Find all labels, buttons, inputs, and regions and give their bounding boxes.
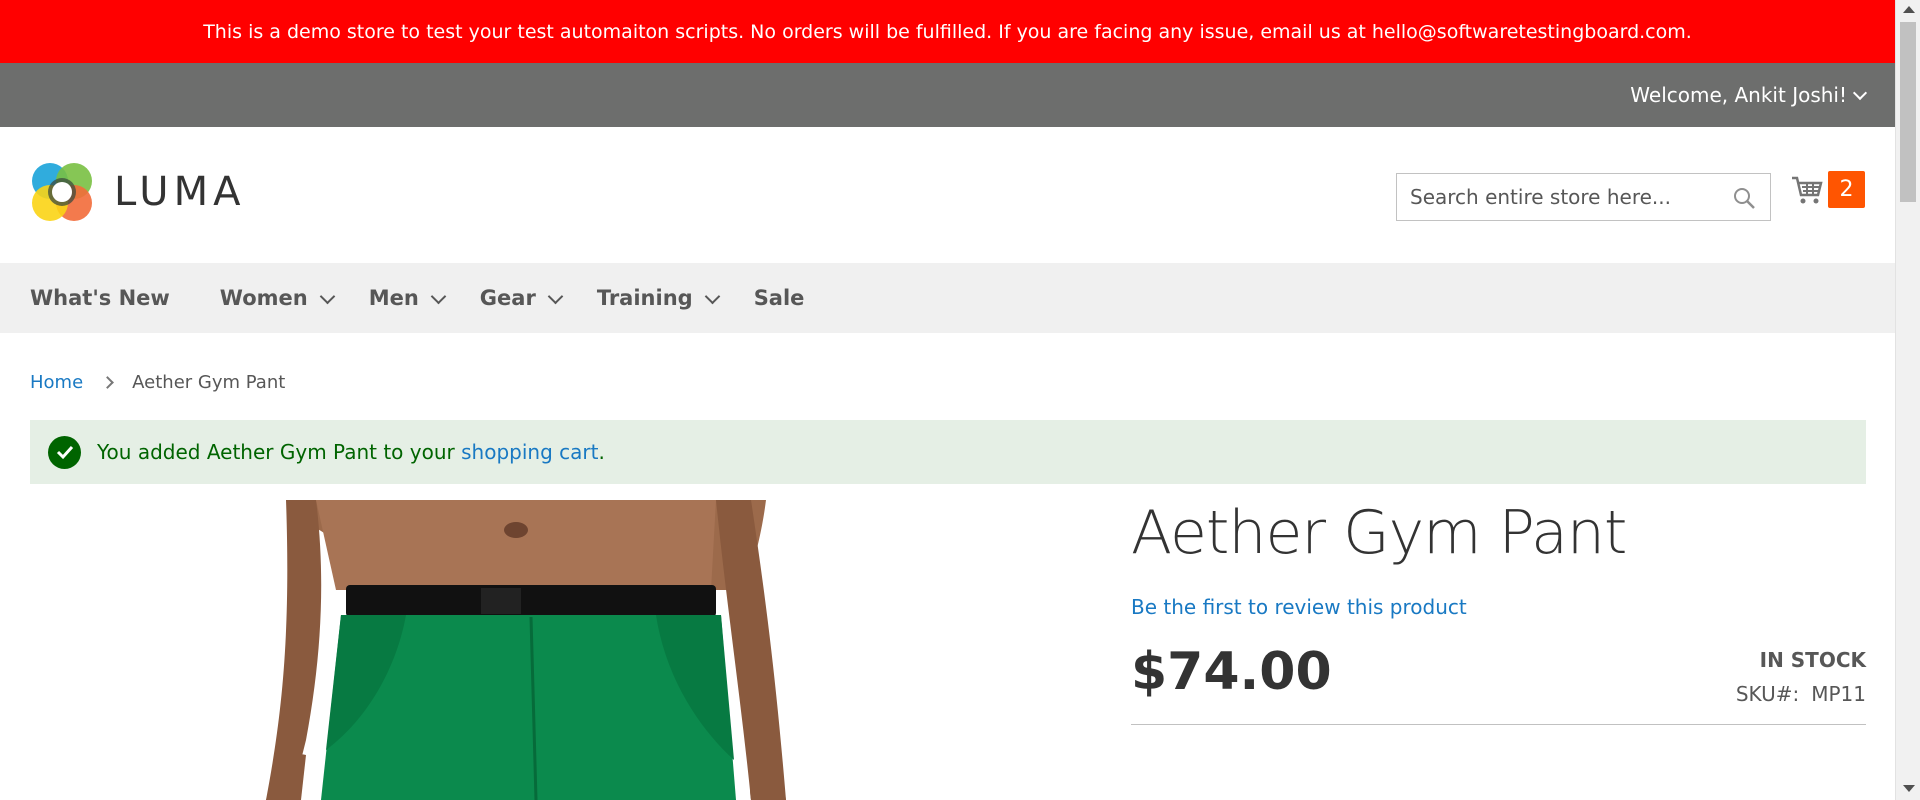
demo-banner: This is a demo store to test your test a… <box>0 0 1895 63</box>
search-input[interactable] <box>1397 174 1770 220</box>
cart-icon <box>1792 176 1823 203</box>
nav-item-gear[interactable]: Gear <box>479 286 564 310</box>
chevron-down-icon <box>704 288 720 304</box>
nav-item-training[interactable]: Training <box>596 286 720 310</box>
message-suffix: . <box>598 440 605 464</box>
nav-item-label: Women <box>219 286 308 310</box>
main-navigation: What's New Women Men Gear Training Sale <box>0 263 1895 333</box>
nav-item-label: Men <box>368 286 419 310</box>
success-message: You added Aether Gym Pant to your shoppi… <box>30 420 1866 484</box>
nav-item-sale[interactable]: Sale <box>754 286 805 310</box>
scroll-down-arrow-icon[interactable] <box>1903 785 1915 792</box>
review-link[interactable]: Be the first to review this product <box>1131 595 1467 619</box>
checkmark-icon <box>48 435 81 469</box>
demo-banner-text: This is a demo store to test your test a… <box>203 20 1692 43</box>
product-price: $74.00 <box>1131 642 1332 702</box>
search-box <box>1396 173 1771 221</box>
sku-value: MP11 <box>1811 682 1866 706</box>
product-image[interactable] <box>246 500 806 800</box>
vertical-scrollbar[interactable] <box>1895 0 1920 800</box>
chevron-down-icon <box>430 288 447 304</box>
breadcrumb-current: Aether Gym Pant <box>132 372 286 393</box>
cart-count-badge: 2 <box>1828 171 1865 208</box>
nav-item-label: Sale <box>753 286 805 310</box>
nav-item-label: What's New <box>30 286 170 310</box>
chevron-down-icon <box>547 288 564 304</box>
stock-status: IN STOCK <box>1759 648 1866 672</box>
nav-item-label: Training <box>596 286 693 310</box>
top-bar: Welcome, Ankit Joshi! <box>0 63 1895 127</box>
minicart-button[interactable]: 2 <box>1790 171 1865 208</box>
sku-label: SKU#: <box>1735 682 1800 706</box>
scrollbar-thumb[interactable] <box>1900 22 1916 202</box>
customer-menu-toggle[interactable]: Welcome, Ankit Joshi! <box>1630 83 1868 107</box>
search-icon[interactable] <box>1732 186 1756 210</box>
welcome-text: Welcome, Ankit Joshi! <box>1630 83 1847 107</box>
nav-item-label: Gear <box>479 286 536 310</box>
nav-item-whats-new[interactable]: What's New <box>30 286 170 310</box>
page: This is a demo store to test your test a… <box>0 0 1895 800</box>
nav-item-men[interactable]: Men <box>368 286 447 310</box>
scroll-up-arrow-icon[interactable] <box>1903 6 1915 13</box>
chevron-down-icon <box>1852 85 1868 101</box>
chevron-right-icon <box>101 376 115 389</box>
product-title: Aether Gym Pant <box>1131 498 1627 568</box>
chevron-down-icon <box>319 288 335 304</box>
breadcrumb-home-link[interactable]: Home <box>30 372 83 393</box>
divider <box>1131 724 1866 725</box>
header: LUMA 2 <box>0 127 1895 263</box>
product-sku: SKU#: MP11 <box>1736 682 1866 706</box>
luma-logo-icon <box>32 163 92 221</box>
nav-item-women[interactable]: Women <box>219 286 335 310</box>
breadcrumb: Home Aether Gym Pant <box>30 372 285 393</box>
shopping-cart-link[interactable]: shopping cart <box>461 440 598 464</box>
logo[interactable]: LUMA <box>30 159 245 225</box>
message-text: You added Aether Gym Pant to your <box>97 440 455 464</box>
product-photo <box>246 500 806 800</box>
logo-text: LUMA <box>114 169 246 215</box>
